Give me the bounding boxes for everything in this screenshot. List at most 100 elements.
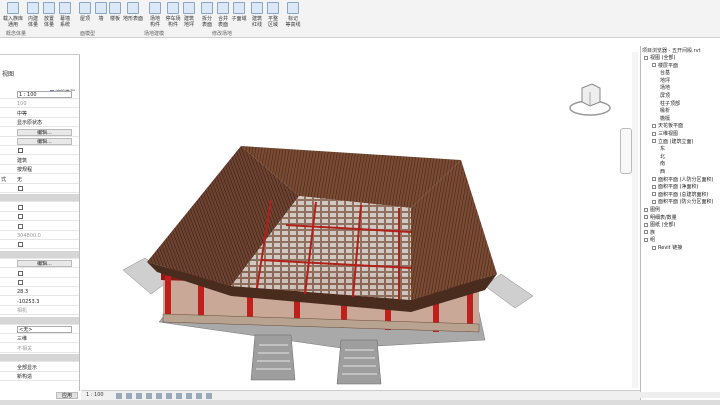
edit-button[interactable]: 编辑... (17, 260, 72, 268)
ribbon-button-15[interactable]: 平整 区域 (262, 2, 284, 28)
properties-toolbar (0, 46, 80, 55)
browser-item-label: 视图 (全部) (650, 55, 676, 61)
browser-item-label: 面积平面 (总建筑面积) (658, 191, 709, 198)
expand-toggle-icon[interactable] (652, 177, 656, 182)
expand-toggle-icon[interactable] (652, 139, 656, 144)
expand-toggle-icon[interactable] (652, 184, 656, 189)
browser-item-label: 檐檩 (660, 115, 671, 122)
edit-button[interactable]: 编辑... (17, 138, 72, 145)
expand-toggle-icon[interactable] (644, 215, 648, 220)
browser-tree-item[interactable]: 天花板平面 (652, 123, 683, 129)
property-checkbox[interactable] (18, 242, 23, 248)
property-value: -10253.3 (17, 298, 40, 305)
ribbon-button-label: 载入族库 通用 (2, 16, 23, 28)
browser-tree-item[interactable]: 楼层平面 (652, 63, 678, 69)
browser-tree-item[interactable]: 场地 (660, 85, 670, 91)
browser-tree-item[interactable]: 地坪 (660, 78, 670, 84)
expand-toggle-icon[interactable] (644, 55, 648, 60)
expand-toggle-icon[interactable] (644, 237, 648, 242)
browser-tree-item[interactable]: 柱子顶部 (660, 101, 680, 107)
browser-item-label: 椽析 (660, 108, 671, 115)
browser-tree-item[interactable]: 面积平面 (净面积) (652, 184, 699, 190)
view-control-icon[interactable] (156, 393, 162, 399)
expand-toggle-icon[interactable] (644, 230, 648, 235)
browser-tree-item[interactable]: 檐檩 (660, 116, 670, 122)
ribbon-button-7[interactable]: 地形表面 (122, 2, 144, 22)
browser-tree-item[interactable]: 面积平面 (防火分区面积) (652, 199, 714, 205)
ribbon-button-0[interactable]: 载入族库 通用 (2, 2, 24, 28)
browser-tree-item[interactable]: 明细表/数量 (644, 215, 677, 221)
view-control-icon[interactable] (126, 393, 132, 399)
expand-toggle-icon[interactable] (652, 131, 656, 136)
browser-tree-item[interactable]: 台基 (660, 70, 670, 76)
browser-tree-item[interactable]: 族 (644, 230, 655, 236)
property-value[interactable]: 1 : 100 (17, 91, 72, 98)
view-control-icon[interactable] (136, 393, 142, 399)
3d-view-canvas[interactable] (81, 50, 640, 390)
navigation-bar[interactable] (620, 128, 632, 174)
property-checkbox[interactable] (18, 148, 23, 154)
browser-tree-item[interactable]: 图例 (644, 207, 660, 213)
family-icon (7, 2, 19, 14)
property-key: 式 (1, 176, 7, 183)
view-control-icon[interactable] (166, 393, 172, 399)
property-row (0, 241, 79, 250)
ribbon-button-label: 合并 表面 (217, 16, 228, 28)
view-control-icon[interactable] (176, 393, 182, 399)
browser-tree-item[interactable]: Revit 链接 (652, 245, 682, 251)
scale-label[interactable]: 1 : 100 (86, 391, 104, 400)
browser-tree-item[interactable]: 椽析 (660, 108, 670, 114)
browser-tree-item[interactable]: 面积平面 (总建筑面积) (652, 192, 709, 198)
temple-model (122, 146, 534, 385)
expand-toggle-icon[interactable] (652, 123, 656, 128)
project-browser-title: 项目浏览器 - 五开间殿.rvt (642, 48, 701, 54)
ribbon-button-label: 地形表面 (122, 16, 143, 22)
view-control-icon[interactable] (116, 393, 122, 399)
property-row: 304800.0 (0, 232, 79, 240)
property-row (0, 194, 79, 203)
property-checkbox[interactable] (18, 186, 23, 191)
browser-item-label: 三维视图 (658, 131, 679, 137)
expand-toggle-icon[interactable] (652, 63, 656, 68)
vertical-scrollbar[interactable] (632, 52, 638, 388)
browser-tree-item[interactable]: 东 (660, 146, 665, 152)
browser-tree-item[interactable]: 面积平面 (人防分区面积) (652, 177, 714, 183)
edit-button[interactable]: 编辑... (17, 128, 72, 136)
browser-item-label: 柱子顶部 (660, 100, 681, 107)
expand-toggle-icon[interactable] (644, 207, 648, 212)
property-row (0, 223, 79, 231)
expand-toggle-icon[interactable] (652, 192, 656, 197)
view-control-icon[interactable] (206, 393, 212, 399)
property-checkbox[interactable] (18, 223, 23, 229)
property-checkbox[interactable] (18, 270, 23, 276)
property-checkbox[interactable] (18, 214, 23, 220)
property-checkbox[interactable] (18, 280, 23, 285)
apply-button[interactable]: 应用 (56, 392, 78, 399)
property-checkbox[interactable] (18, 204, 23, 210)
ribbon-button-label: 建筑 红线 (251, 16, 262, 28)
browser-item-label: 图纸 (全部) (650, 222, 676, 229)
properties-header: 视图 编辑类型 (0, 55, 80, 96)
browser-tree-item[interactable]: 西 (660, 169, 665, 175)
view-cube[interactable] (568, 78, 612, 118)
ribbon-button-16[interactable]: 标记 等高线 (282, 2, 304, 28)
view-control-icon[interactable] (186, 393, 192, 399)
browser-tree-item[interactable]: 三维视图 (652, 131, 678, 137)
property-value[interactable]: <无> (17, 326, 72, 333)
property-row: 按规程 (0, 166, 79, 175)
ribbon-button-3[interactable]: 幕墙 系统 (54, 2, 76, 28)
browser-tree-item[interactable]: 北 (660, 154, 665, 160)
expand-toggle-icon[interactable] (652, 199, 656, 204)
view-control-icon[interactable] (146, 393, 152, 399)
browser-tree-item[interactable]: 立面 (建筑立面) (652, 139, 694, 145)
browser-tree-item[interactable]: 视图 (全部) (644, 55, 676, 61)
browser-tree-item[interactable]: 图纸 (全部) (644, 222, 676, 228)
expand-toggle-icon[interactable] (652, 245, 656, 250)
browser-scrollbar[interactable] (640, 392, 720, 398)
expand-toggle-icon[interactable] (644, 222, 648, 227)
browser-tree-item[interactable]: 屏顶 (660, 93, 670, 99)
browser-item-label: 明细表/数量 (650, 214, 677, 221)
browser-tree-item[interactable]: 组 (644, 237, 655, 243)
view-control-icon[interactable] (196, 393, 202, 399)
browser-tree-item[interactable]: 南 (660, 161, 665, 167)
